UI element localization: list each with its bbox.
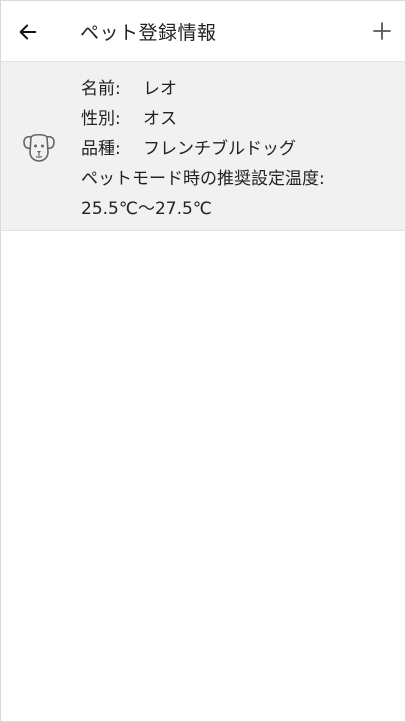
pet-sex-row: 性別: オス — [81, 104, 325, 134]
arrow-left-icon — [19, 24, 37, 40]
pet-card[interactable]: 名前: レオ 性別: オス 品種: フレンチブルドッグ ペットモード時の推奨設定温度:… — [1, 61, 405, 231]
add-pet-button[interactable] — [369, 18, 395, 44]
back-button[interactable] — [13, 17, 43, 47]
app-screen: ペット登録情報 名前: レオ 性別: オス 品種: フレンチブルドッグ ペットモ… — [0, 0, 406, 722]
dog-icon — [23, 133, 55, 162]
pet-name-row: 名前: レオ — [81, 74, 325, 104]
page-title: ペット登録情報 — [80, 22, 217, 44]
pet-info: 名前: レオ 性別: オス 品種: フレンチブルドッグ ペットモード時の推奨設定温度:… — [81, 74, 325, 224]
pet-breed-row: 品種: フレンチブルドッグ — [81, 134, 325, 164]
recommended-temp-label: ペットモード時の推奨設定温度: — [81, 169, 325, 189]
pet-breed-value: フレンチブルドッグ — [143, 139, 296, 159]
plus-icon — [373, 22, 391, 40]
pet-breed-label: 品種: — [81, 139, 121, 159]
pet-name-label: 名前: — [81, 79, 121, 99]
recommended-temp-value: 25.5℃～27.5℃ — [81, 199, 212, 219]
pet-sex-value: オス — [143, 109, 177, 129]
pet-sex-label: 性別: — [81, 109, 121, 129]
pet-name-value: レオ — [143, 79, 177, 99]
header-bar: ペット登録情報 — [1, 1, 405, 61]
